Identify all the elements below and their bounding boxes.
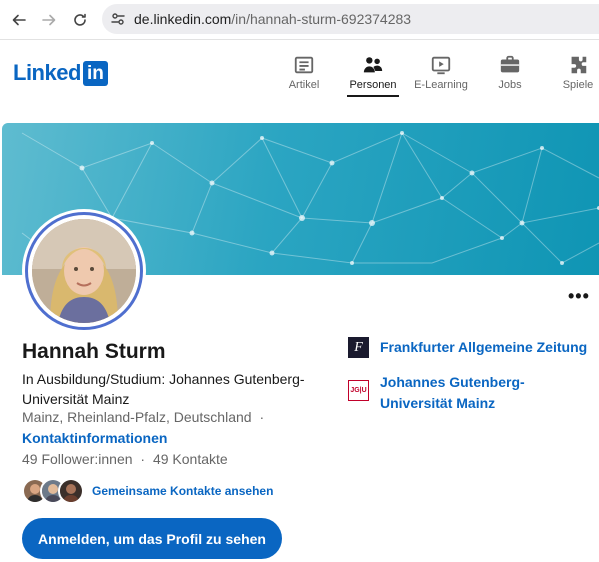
address-bar[interactable]: de.linkedin.com/in/hannah-sturm-69237428… <box>102 4 599 34</box>
connections-count: 49 Kontakte <box>152 451 228 467</box>
nav-item-people[interactable]: Personen <box>347 54 399 97</box>
url-text: de.linkedin.com/in/hannah-sturm-69237428… <box>134 11 411 27</box>
nav-label: Artikel <box>288 79 320 91</box>
people-icon <box>363 57 383 73</box>
arrow-right-icon <box>42 14 56 26</box>
nav-label: Jobs <box>498 79 522 91</box>
article-icon <box>294 56 314 74</box>
nav-item-games[interactable]: Spiele <box>562 54 594 94</box>
mutual-contacts-link[interactable]: Gemeinsame Kontakte ansehen <box>92 484 273 498</box>
browser-toolbar: de.linkedin.com/in/hannah-sturm-69237428… <box>0 0 599 40</box>
followers-count: 49 Follower:innen <box>22 451 133 467</box>
profile-name: Hannah Sturm <box>22 340 166 363</box>
site-header: Linked in Artikel Personen E-Learning Jo… <box>0 40 599 110</box>
avatar-image <box>32 219 136 323</box>
forward-button[interactable] <box>38 9 60 31</box>
nav-label: E-Learning <box>414 79 468 91</box>
active-indicator <box>347 95 399 97</box>
nav-item-jobs[interactable]: Jobs <box>496 54 524 94</box>
logo-badge: in <box>82 60 108 86</box>
profile-location: Mainz, Rheinland-Pfalz, Deutschland · <box>22 409 264 425</box>
mutual-contacts[interactable]: Gemeinsame Kontakte ansehen <box>22 477 273 505</box>
back-button[interactable] <box>8 9 30 31</box>
faz-logo-icon: F <box>348 337 369 358</box>
avatar <box>32 219 136 323</box>
learning-icon <box>431 56 451 75</box>
briefcase-icon <box>500 55 520 73</box>
reload-button[interactable] <box>69 9 91 31</box>
reload-icon <box>74 13 86 26</box>
contact-info-link[interactable]: Kontaktinformationen <box>22 430 167 446</box>
org-item-faz[interactable]: F Frankfurter Allgemeine Zeitung <box>348 337 590 358</box>
arrow-left-icon <box>12 14 26 26</box>
org-name: Johannes Gutenberg-Universität Mainz <box>380 374 525 411</box>
network-counts: 49 Follower:innen · 49 Kontakte <box>22 451 228 467</box>
profile-photo[interactable] <box>25 212 143 330</box>
nav-item-learning[interactable]: E-Learning <box>414 54 468 94</box>
nav-item-articles[interactable]: Artikel <box>288 54 320 94</box>
signin-to-view-profile-button[interactable]: Anmelden, um das Profil zu sehen <box>22 518 282 559</box>
nav-label: Personen <box>349 79 397 91</box>
site-settings-icon[interactable] <box>110 11 126 27</box>
profile-headline: In Ausbildung/Studium: Johannes Gutenber… <box>22 371 305 407</box>
nav-label: Spiele <box>562 79 594 91</box>
url-host: de.linkedin.com <box>134 11 232 27</box>
more-options-button[interactable]: ••• <box>568 286 590 307</box>
puzzle-icon <box>571 56 587 74</box>
org-item-jgu[interactable]: JG|U Johannes Gutenberg-Universität Main… <box>348 372 590 414</box>
location-text: Mainz, Rheinland-Pfalz, Deutschland <box>22 409 252 425</box>
logo-wordmark: Linked <box>13 60 81 85</box>
location-separator: · <box>259 409 265 425</box>
mutual-avatar <box>58 478 84 504</box>
jgu-logo-icon: JG|U <box>348 380 369 401</box>
url-path: /in/hannah-sturm-692374283 <box>231 11 412 27</box>
counts-separator: · <box>140 451 146 467</box>
linkedin-logo[interactable]: Linked in <box>13 60 108 86</box>
org-name: Frankfurter Allgemeine Zeitung <box>380 339 588 355</box>
